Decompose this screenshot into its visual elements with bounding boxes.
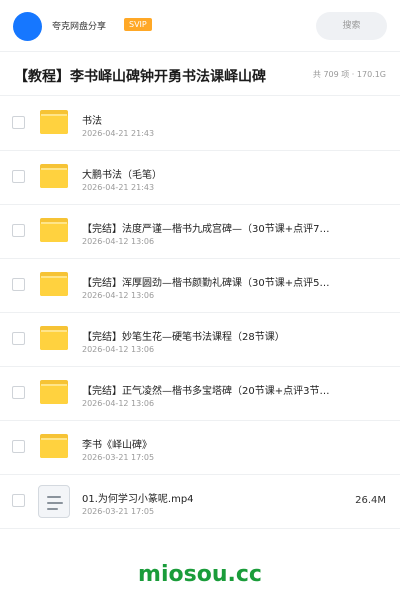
folder-icon [40,380,68,404]
page-title: 【教程】李书峄山碑钟开勇书法课峄山碑 [14,69,266,85]
avatar[interactable] [13,12,42,41]
item-name: 01.为何学习小篆呢.mp4 [82,494,194,505]
file-list: 书法 2026-04-21 21:43 大鹏书法（毛笔） 2026-04-21 … [0,97,400,529]
item-name: 李书《峄山碑》 [82,440,152,451]
item-date: 2026-04-21 21:43 [82,183,155,192]
checkbox[interactable] [12,386,25,399]
folder-icon [40,272,68,296]
checkbox[interactable] [12,278,25,291]
checkbox[interactable] [12,332,25,345]
checkbox[interactable] [12,440,25,453]
list-item[interactable]: 01.为何学习小篆呢.mp4 2026-03-21 17:05 26.4M [0,475,400,529]
item-date: 2026-04-12 13:06 [82,345,155,354]
checkbox[interactable] [12,494,25,507]
folder-icon [40,110,68,134]
file-size: 26.4M [355,495,386,506]
folder-icon [40,218,68,242]
folder-icon [40,434,68,458]
item-date: 2026-04-12 13:06 [82,237,155,246]
watermark: miosou.cc [138,562,262,587]
item-name: 大鹏书法（毛笔） [82,170,162,181]
item-name: 【完结】妙笔生花—硬笔书法课程（28节课） [82,332,285,343]
item-date: 2026-04-12 13:06 [82,399,155,408]
folder-icon [40,326,68,350]
list-item[interactable]: 【完结】法度严谨—楷书九成宫碑—（30节课+点评7… 2026-04-12 13… [0,205,400,259]
list-item[interactable]: 【完结】妙笔生花—硬笔书法课程（28节课） 2026-04-12 13:06 [0,313,400,367]
item-date: 2026-03-21 17:05 [82,507,155,516]
list-item[interactable]: 李书《峄山碑》 2026-03-21 17:05 [0,421,400,475]
item-name: 【完结】正气凌然—楷书多宝塔碑（20节课+点评3节… [82,386,330,397]
list-item[interactable]: 【完结】浑厚圆劲—楷书颜勤礼碑课（30节课+点评5… 2026-04-12 13… [0,259,400,313]
search-button[interactable]: 搜索 [316,12,387,40]
app-name: 夸克网盘分享 [52,22,107,32]
item-name: 【完结】法度严谨—楷书九成宫碑—（30节课+点评7… [82,224,330,235]
svip-badge[interactable]: SVIP [124,18,152,31]
item-name: 书法 [82,116,102,127]
item-name: 【完结】浑厚圆劲—楷书颜勤礼碑课（30节课+点评5… [82,278,330,289]
item-date: 2026-04-12 13:06 [82,291,155,300]
checkbox[interactable] [12,224,25,237]
checkbox[interactable] [12,116,25,129]
share-header: 【教程】李书峄山碑钟开勇书法课峄山碑 共 709 项 · 170.1G [0,52,400,96]
top-bar: 夸克网盘分享 SVIP 搜索 [0,0,400,52]
list-item[interactable]: 大鹏书法（毛笔） 2026-04-21 21:43 [0,151,400,205]
checkbox[interactable] [12,170,25,183]
item-date: 2026-03-21 17:05 [82,453,155,462]
item-date: 2026-04-21 21:43 [82,129,155,138]
document-file-icon [38,485,70,518]
list-item[interactable]: 【完结】正气凌然—楷书多宝塔碑（20节课+点评3节… 2026-04-12 13… [0,367,400,421]
folder-icon [40,164,68,188]
list-item[interactable]: 书法 2026-04-21 21:43 [0,97,400,151]
share-meta: 共 709 项 · 170.1G [312,70,386,79]
